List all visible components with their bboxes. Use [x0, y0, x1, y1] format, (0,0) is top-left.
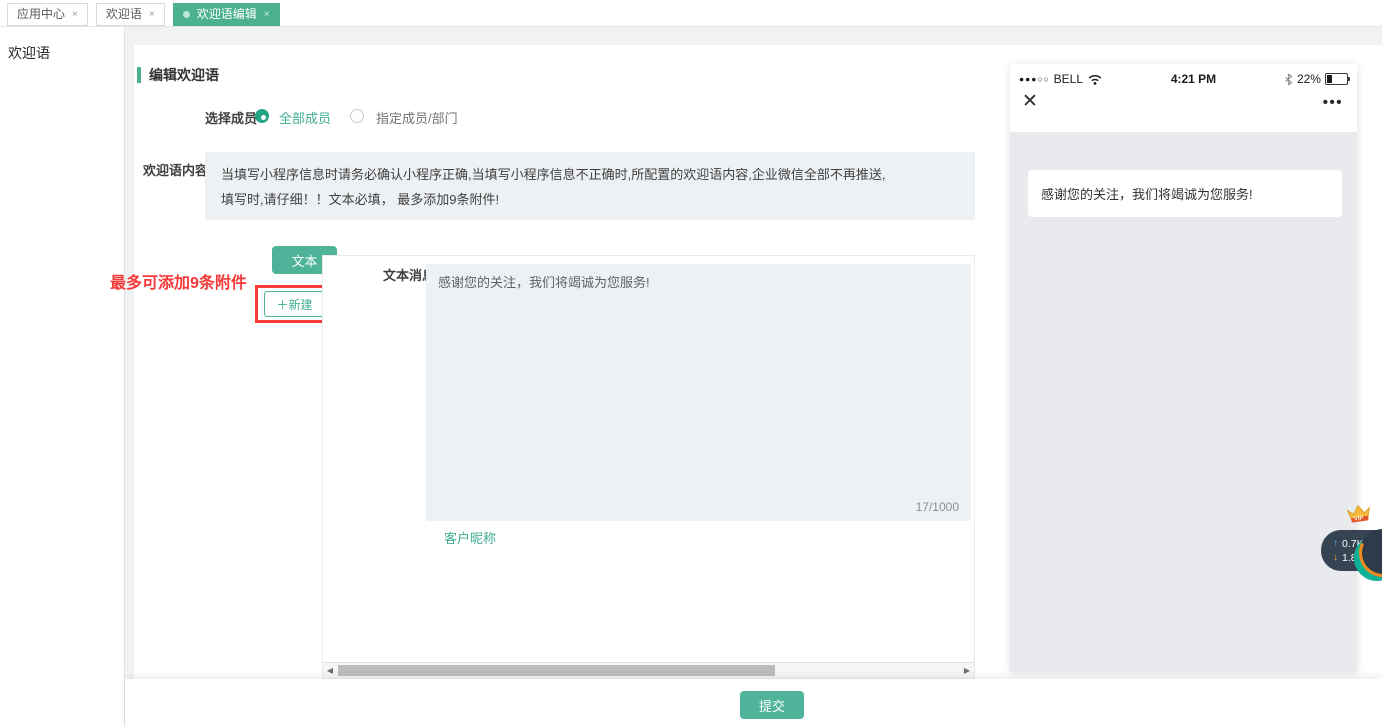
- bluetooth-icon: [1284, 73, 1293, 86]
- phone-time: 4:21 PM: [1171, 72, 1216, 86]
- carrier-label: BELL: [1054, 72, 1083, 86]
- tab-bar: 应用中心 × 欢迎语 × 欢迎语编辑 ×: [0, 0, 1382, 27]
- tip-line-2: 填写时,请仔细！！文本必填， 最多添加9条附件!: [221, 187, 959, 212]
- close-icon[interactable]: ×: [264, 4, 270, 25]
- tab-app-center[interactable]: 应用中心 ×: [7, 3, 88, 26]
- close-icon[interactable]: ×: [72, 4, 78, 25]
- radio-all-members[interactable]: [255, 109, 269, 123]
- download-arrow-icon: ↓: [1333, 552, 1338, 564]
- member-select-label: 选择成员: [205, 108, 257, 127]
- scrollbar-right-arrow-icon[interactable]: ▶: [960, 665, 974, 677]
- page: 应用中心 × 欢迎语 × 欢迎语编辑 × 欢迎语 编辑欢迎语 选择成员 全部成员…: [0, 0, 1382, 726]
- submit-button[interactable]: 提交: [740, 691, 804, 719]
- annotation-max-attachments: 最多可添加9条附件: [110, 269, 247, 293]
- tab-label: 欢迎语编辑: [197, 4, 257, 25]
- message-panel: 文本消息: 感谢您的关注，我们将竭诚为您服务! 17/1000 客户昵称 ◀ ▶: [322, 255, 975, 679]
- phone-close-icon: ✕: [1022, 90, 1038, 113]
- page-title: 编辑欢迎语: [149, 65, 219, 85]
- welcome-content-label: 欢迎语内容: [143, 160, 208, 179]
- chat-bubble: 感谢您的关注，我们将竭诚为您服务!: [1028, 170, 1342, 217]
- sidebar-item-welcome-message[interactable]: 欢迎语: [8, 43, 50, 63]
- char-counter: 17/1000: [916, 500, 959, 514]
- phone-chat-area: 感谢您的关注，我们将竭诚为您服务!: [1010, 132, 1357, 672]
- sidebar: 欢迎语: [0, 27, 125, 726]
- battery-percent: 22%: [1297, 72, 1321, 86]
- message-textarea[interactable]: 感谢您的关注，我们将竭诚为您服务!: [426, 264, 971, 521]
- phone-status-bar: ●●●○○ BELL 4:21 PM 22%: [1010, 70, 1357, 88]
- new-attachment-button[interactable]: ＋新建: [264, 291, 325, 317]
- horizontal-scrollbar[interactable]: ◀ ▶: [323, 662, 974, 678]
- tab-label: 应用中心: [17, 4, 65, 25]
- scrollbar-left-arrow-icon[interactable]: ◀: [323, 665, 337, 677]
- signal-dots-icon: ●●●○○: [1019, 74, 1050, 84]
- tab-label: 欢迎语: [106, 4, 142, 25]
- tab-welcome-message[interactable]: 欢迎语 ×: [96, 3, 165, 26]
- phone-menu-icon: •••: [1323, 94, 1343, 111]
- tip-line-1: 当填写小程序信息时请务必确认小程序正确,当填写小程序信息不正确时,所配置的欢迎语…: [221, 162, 959, 187]
- active-dot-icon: [183, 11, 190, 18]
- tab-welcome-message-edit[interactable]: 欢迎语编辑 ×: [173, 3, 280, 26]
- upload-arrow-icon: ↑: [1333, 538, 1338, 550]
- radio-specific-members-label[interactable]: 指定成员/部门: [376, 108, 458, 127]
- welcome-content-tip: 当填写小程序信息时请务必确认小程序正确,当填写小程序信息不正确时,所配置的欢迎语…: [205, 152, 975, 220]
- battery-icon: [1325, 73, 1348, 85]
- radio-specific-members[interactable]: [350, 109, 364, 123]
- message-editor: 感谢您的关注，我们将竭诚为您服务! 17/1000: [426, 264, 971, 521]
- phone-preview: ●●●○○ BELL 4:21 PM 22% ✕ ••• 感谢您的关注，我们将竭…: [1010, 64, 1357, 672]
- radio-all-members-label[interactable]: 全部成员: [279, 108, 331, 127]
- section-marker: [137, 67, 141, 83]
- customer-nickname-link[interactable]: 客户昵称: [444, 528, 496, 547]
- wifi-icon: [1087, 73, 1103, 85]
- close-icon[interactable]: ×: [149, 4, 155, 25]
- scrollbar-thumb[interactable]: [338, 665, 775, 676]
